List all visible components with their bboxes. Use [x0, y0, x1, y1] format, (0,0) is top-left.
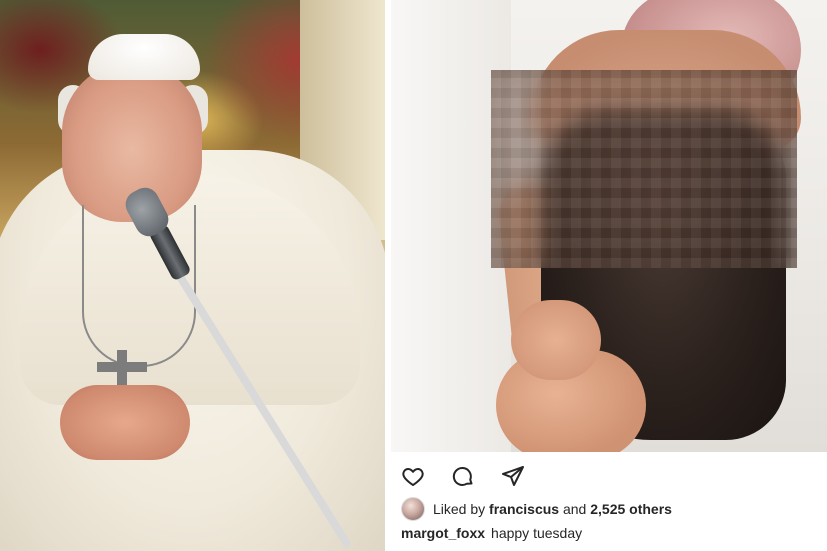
instagram-post: Liked by franciscus and 2,525 others mar… — [391, 0, 827, 551]
comment-icon[interactable] — [451, 464, 475, 488]
censor-pixelation — [491, 70, 797, 268]
zucchetto-cap — [88, 34, 200, 80]
likes-text: Liked by franciscus and 2,525 others — [433, 501, 672, 517]
folded-hands — [60, 385, 190, 460]
hand — [511, 300, 601, 380]
caption-row: margot_foxx happy tuesday — [401, 525, 821, 547]
likes-row: Liked by franciscus and 2,525 others — [401, 497, 821, 521]
caption-text: happy tuesday — [491, 525, 583, 541]
liker-avatar[interactable] — [401, 497, 425, 521]
liked-by-user-link[interactable]: franciscus — [489, 501, 559, 517]
pectoral-cross-bar — [97, 362, 147, 372]
share-icon[interactable] — [501, 464, 525, 488]
left-photo — [0, 0, 385, 551]
others-count-link[interactable]: 2,525 others — [590, 501, 672, 517]
liked-by-prefix: Liked by — [433, 501, 486, 517]
liked-by-and: and — [562, 501, 587, 517]
post-action-bar — [391, 458, 827, 494]
caption-username-link[interactable]: margot_foxx — [401, 525, 485, 541]
post-photo[interactable] — [391, 0, 827, 452]
heart-icon[interactable] — [401, 464, 425, 488]
